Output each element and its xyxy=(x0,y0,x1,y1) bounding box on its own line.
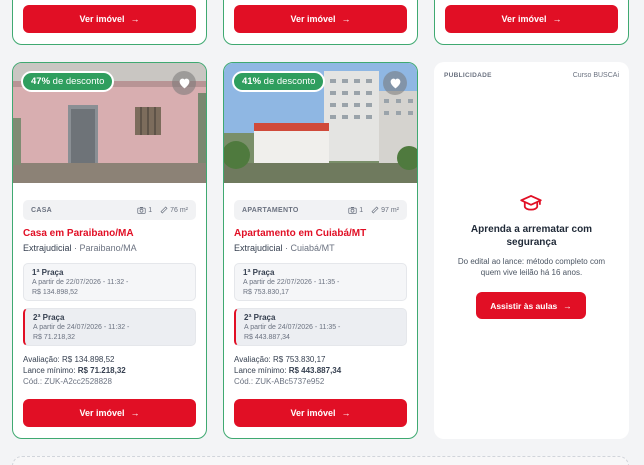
button-label: Ver imóvel xyxy=(290,14,336,24)
ad-label: PUBLICIDADE xyxy=(444,72,492,79)
property-card[interactable]: 41% de desconto APARTAMENTO 1 97 m² Apar… xyxy=(223,62,418,439)
button-label: Assistir às aulas xyxy=(490,300,558,311)
valuation-block: Avaliação: R$ 753.830,17 Lance mínimo: R… xyxy=(234,355,342,386)
ad-card: PUBLICIDADE Curso BUSCAi Aprenda a arrem… xyxy=(434,62,629,439)
next-section-placeholder xyxy=(12,456,629,465)
valuation-block: Avaliação: R$ 134.898,52 Lance mínimo: R… xyxy=(23,355,126,386)
property-type: CASA xyxy=(31,206,53,214)
praca-1: 1ª Praça A partir de 22/07/2026 - 11:35 … xyxy=(234,263,407,301)
property-card[interactable]: 47% de desconto CASA 1 76 m² Casa em Par… xyxy=(12,62,207,439)
arrow-right-icon: → xyxy=(130,408,140,418)
property-card-top-1: Ver imóvel → xyxy=(12,0,207,45)
arrow-right-icon: → xyxy=(552,14,562,24)
ruler-icon xyxy=(160,206,168,214)
favorite-heart-icon[interactable] xyxy=(172,71,196,95)
arrow-right-icon: → xyxy=(341,408,351,418)
area: 76 m² xyxy=(170,206,188,214)
arrow-right-icon: → xyxy=(341,14,351,24)
arrow-right-icon: → xyxy=(130,14,140,24)
view-property-button[interactable]: Ver imóvel → xyxy=(23,399,196,427)
property-title[interactable]: Apartamento em Cuiabá/MT xyxy=(234,228,366,239)
ad-headline: Aprenda a arrematar com segurança xyxy=(470,224,593,248)
camera-icon xyxy=(137,206,146,214)
button-label: Ver imóvel xyxy=(79,14,125,24)
praca-2: 2ª Praça A partir de 24/07/2026 - 11:35 … xyxy=(234,308,407,346)
discount-badge: 47% de desconto xyxy=(21,71,115,92)
ad-sponsor: Curso BUSCAi xyxy=(572,72,619,79)
button-label: Ver imóvel xyxy=(79,408,125,418)
graduation-cap-icon xyxy=(520,195,542,216)
praca-1: 1ª Praça A partir de 22/07/2026 - 11:32 … xyxy=(23,263,196,301)
modality-location: Extrajudicial · Paraibano/MA xyxy=(23,243,137,253)
view-property-button[interactable]: Ver imóvel → xyxy=(234,5,407,33)
ad-body: Do edital ao lance: método completo com … xyxy=(457,257,606,277)
praca-2: 2ª Praça A partir de 24/07/2026 - 11:32 … xyxy=(23,308,196,346)
ruler-icon xyxy=(371,206,379,214)
property-type-bar: CASA 1 76 m² xyxy=(23,200,196,220)
property-type-bar: APARTAMENTO 1 97 m² xyxy=(234,200,407,220)
view-property-button[interactable]: Ver imóvel → xyxy=(23,5,196,33)
watch-classes-button[interactable]: Assistir às aulas → xyxy=(476,292,586,319)
modality-location: Extrajudicial · Cuiabá/MT xyxy=(234,243,335,253)
favorite-heart-icon[interactable] xyxy=(383,71,407,95)
view-property-button[interactable]: Ver imóvel → xyxy=(445,5,618,33)
button-label: Ver imóvel xyxy=(501,14,547,24)
photo-count: 1 xyxy=(148,206,153,214)
button-label: Ver imóvel xyxy=(290,408,336,418)
property-card-top-2: Ver imóvel → xyxy=(223,0,418,45)
arrow-right-icon: → xyxy=(563,300,572,311)
photo-count: 1 xyxy=(359,206,364,214)
property-card-top-3: Ver imóvel → xyxy=(434,0,629,45)
discount-badge: 41% de desconto xyxy=(232,71,326,92)
property-type: APARTAMENTO xyxy=(242,206,299,214)
property-title[interactable]: Casa em Paraibano/MA xyxy=(23,228,134,239)
view-property-button[interactable]: Ver imóvel → xyxy=(234,399,407,427)
camera-icon xyxy=(348,206,357,214)
area: 97 m² xyxy=(381,206,399,214)
